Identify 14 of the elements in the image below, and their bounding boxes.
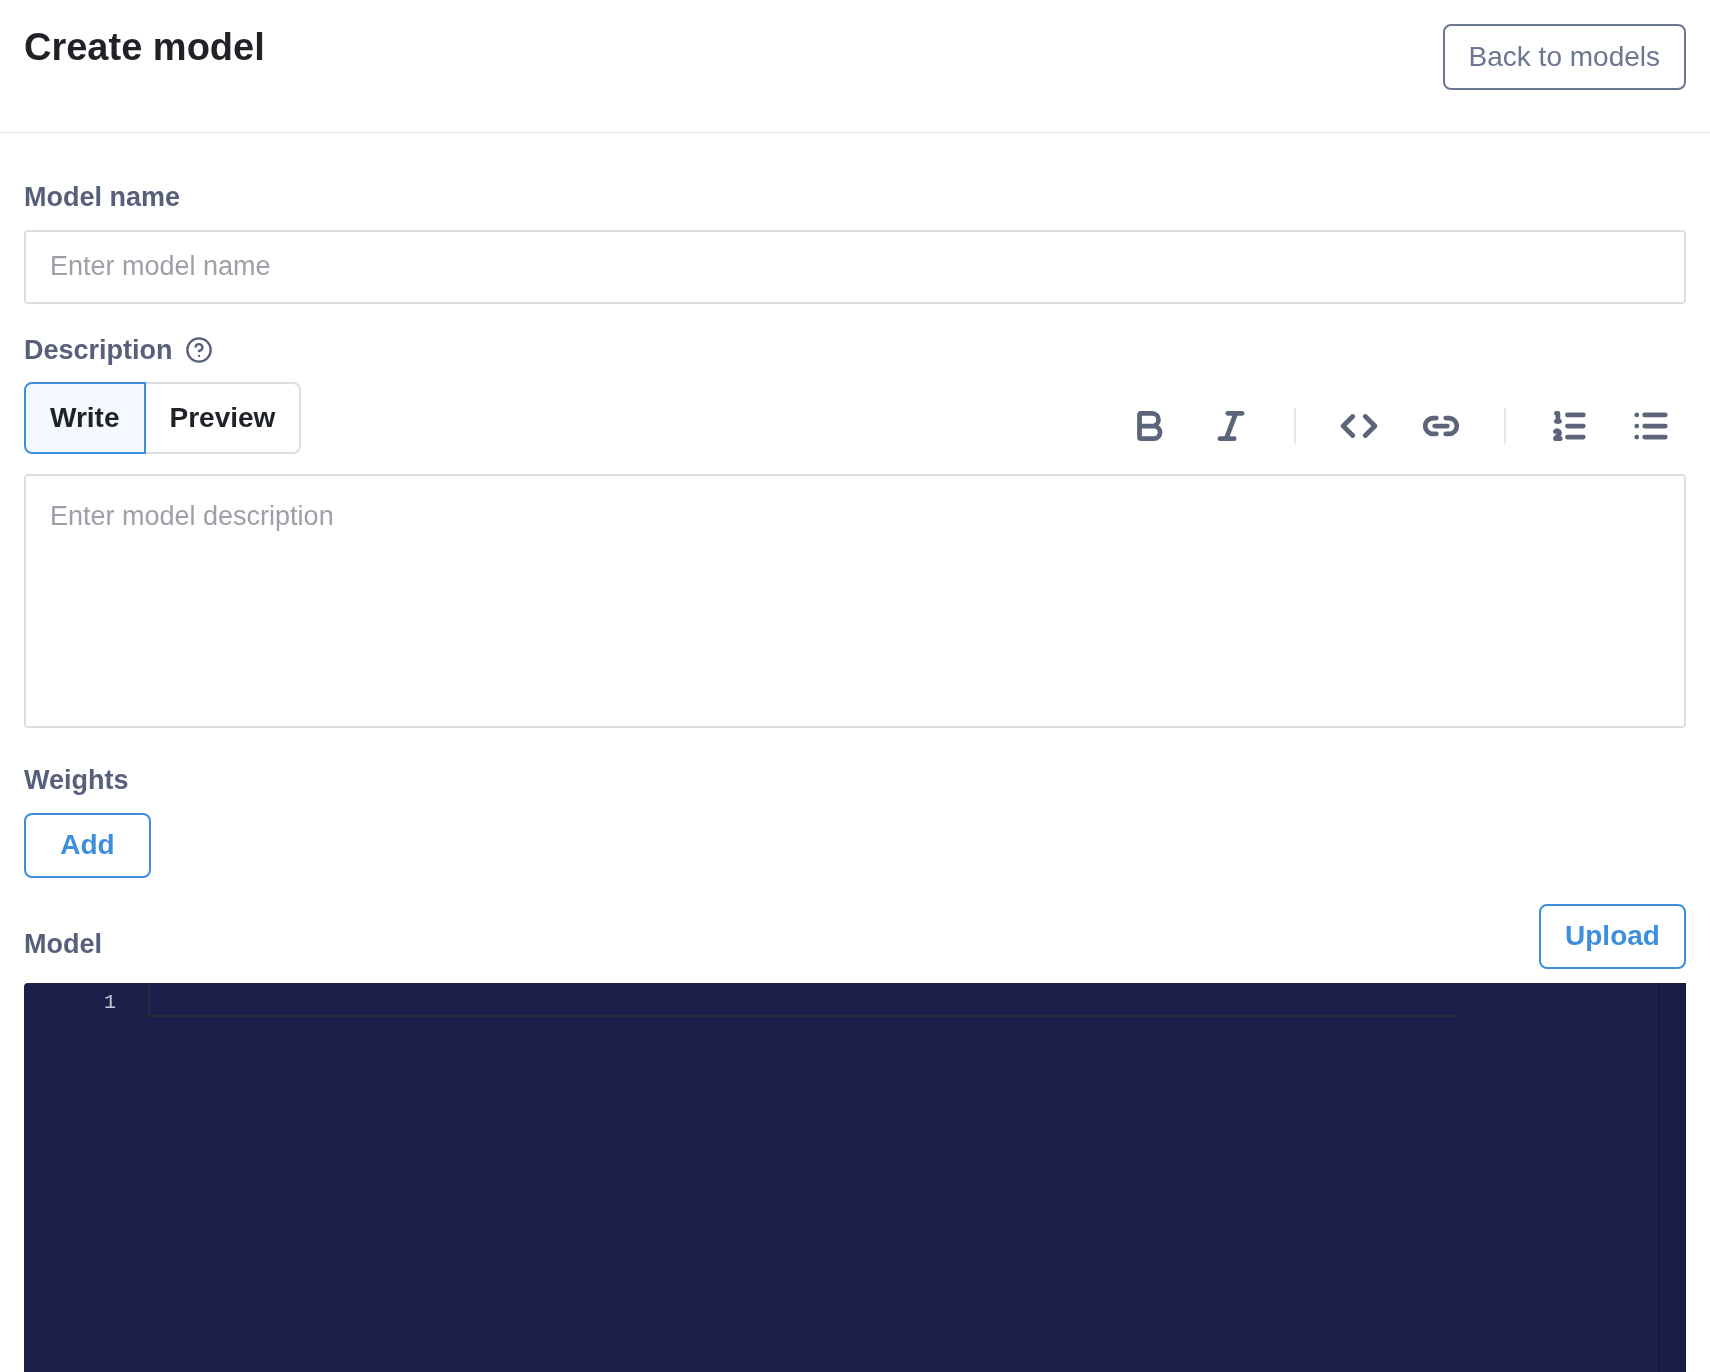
editor-tab[interactable]: Preview: [143, 382, 302, 454]
description-label: Description: [24, 333, 173, 367]
help-icon[interactable]: [184, 335, 213, 364]
code-editor[interactable]: 1: [24, 982, 1686, 1372]
model-label: Model: [24, 928, 102, 961]
page-title: Create model: [24, 25, 265, 70]
weights-label: Weights: [24, 764, 130, 797]
back-to-models-button[interactable]: Back to models: [1442, 24, 1686, 90]
model-name-label: Model name: [24, 181, 182, 214]
editor-tab[interactable]: Write: [24, 382, 146, 454]
scrollbar[interactable]: [1658, 982, 1686, 1372]
model-name-field[interactable]: Enter model name: [24, 229, 1686, 304]
description-field[interactable]: Enter model description: [24, 474, 1686, 728]
line-number: 1: [104, 989, 116, 1016]
